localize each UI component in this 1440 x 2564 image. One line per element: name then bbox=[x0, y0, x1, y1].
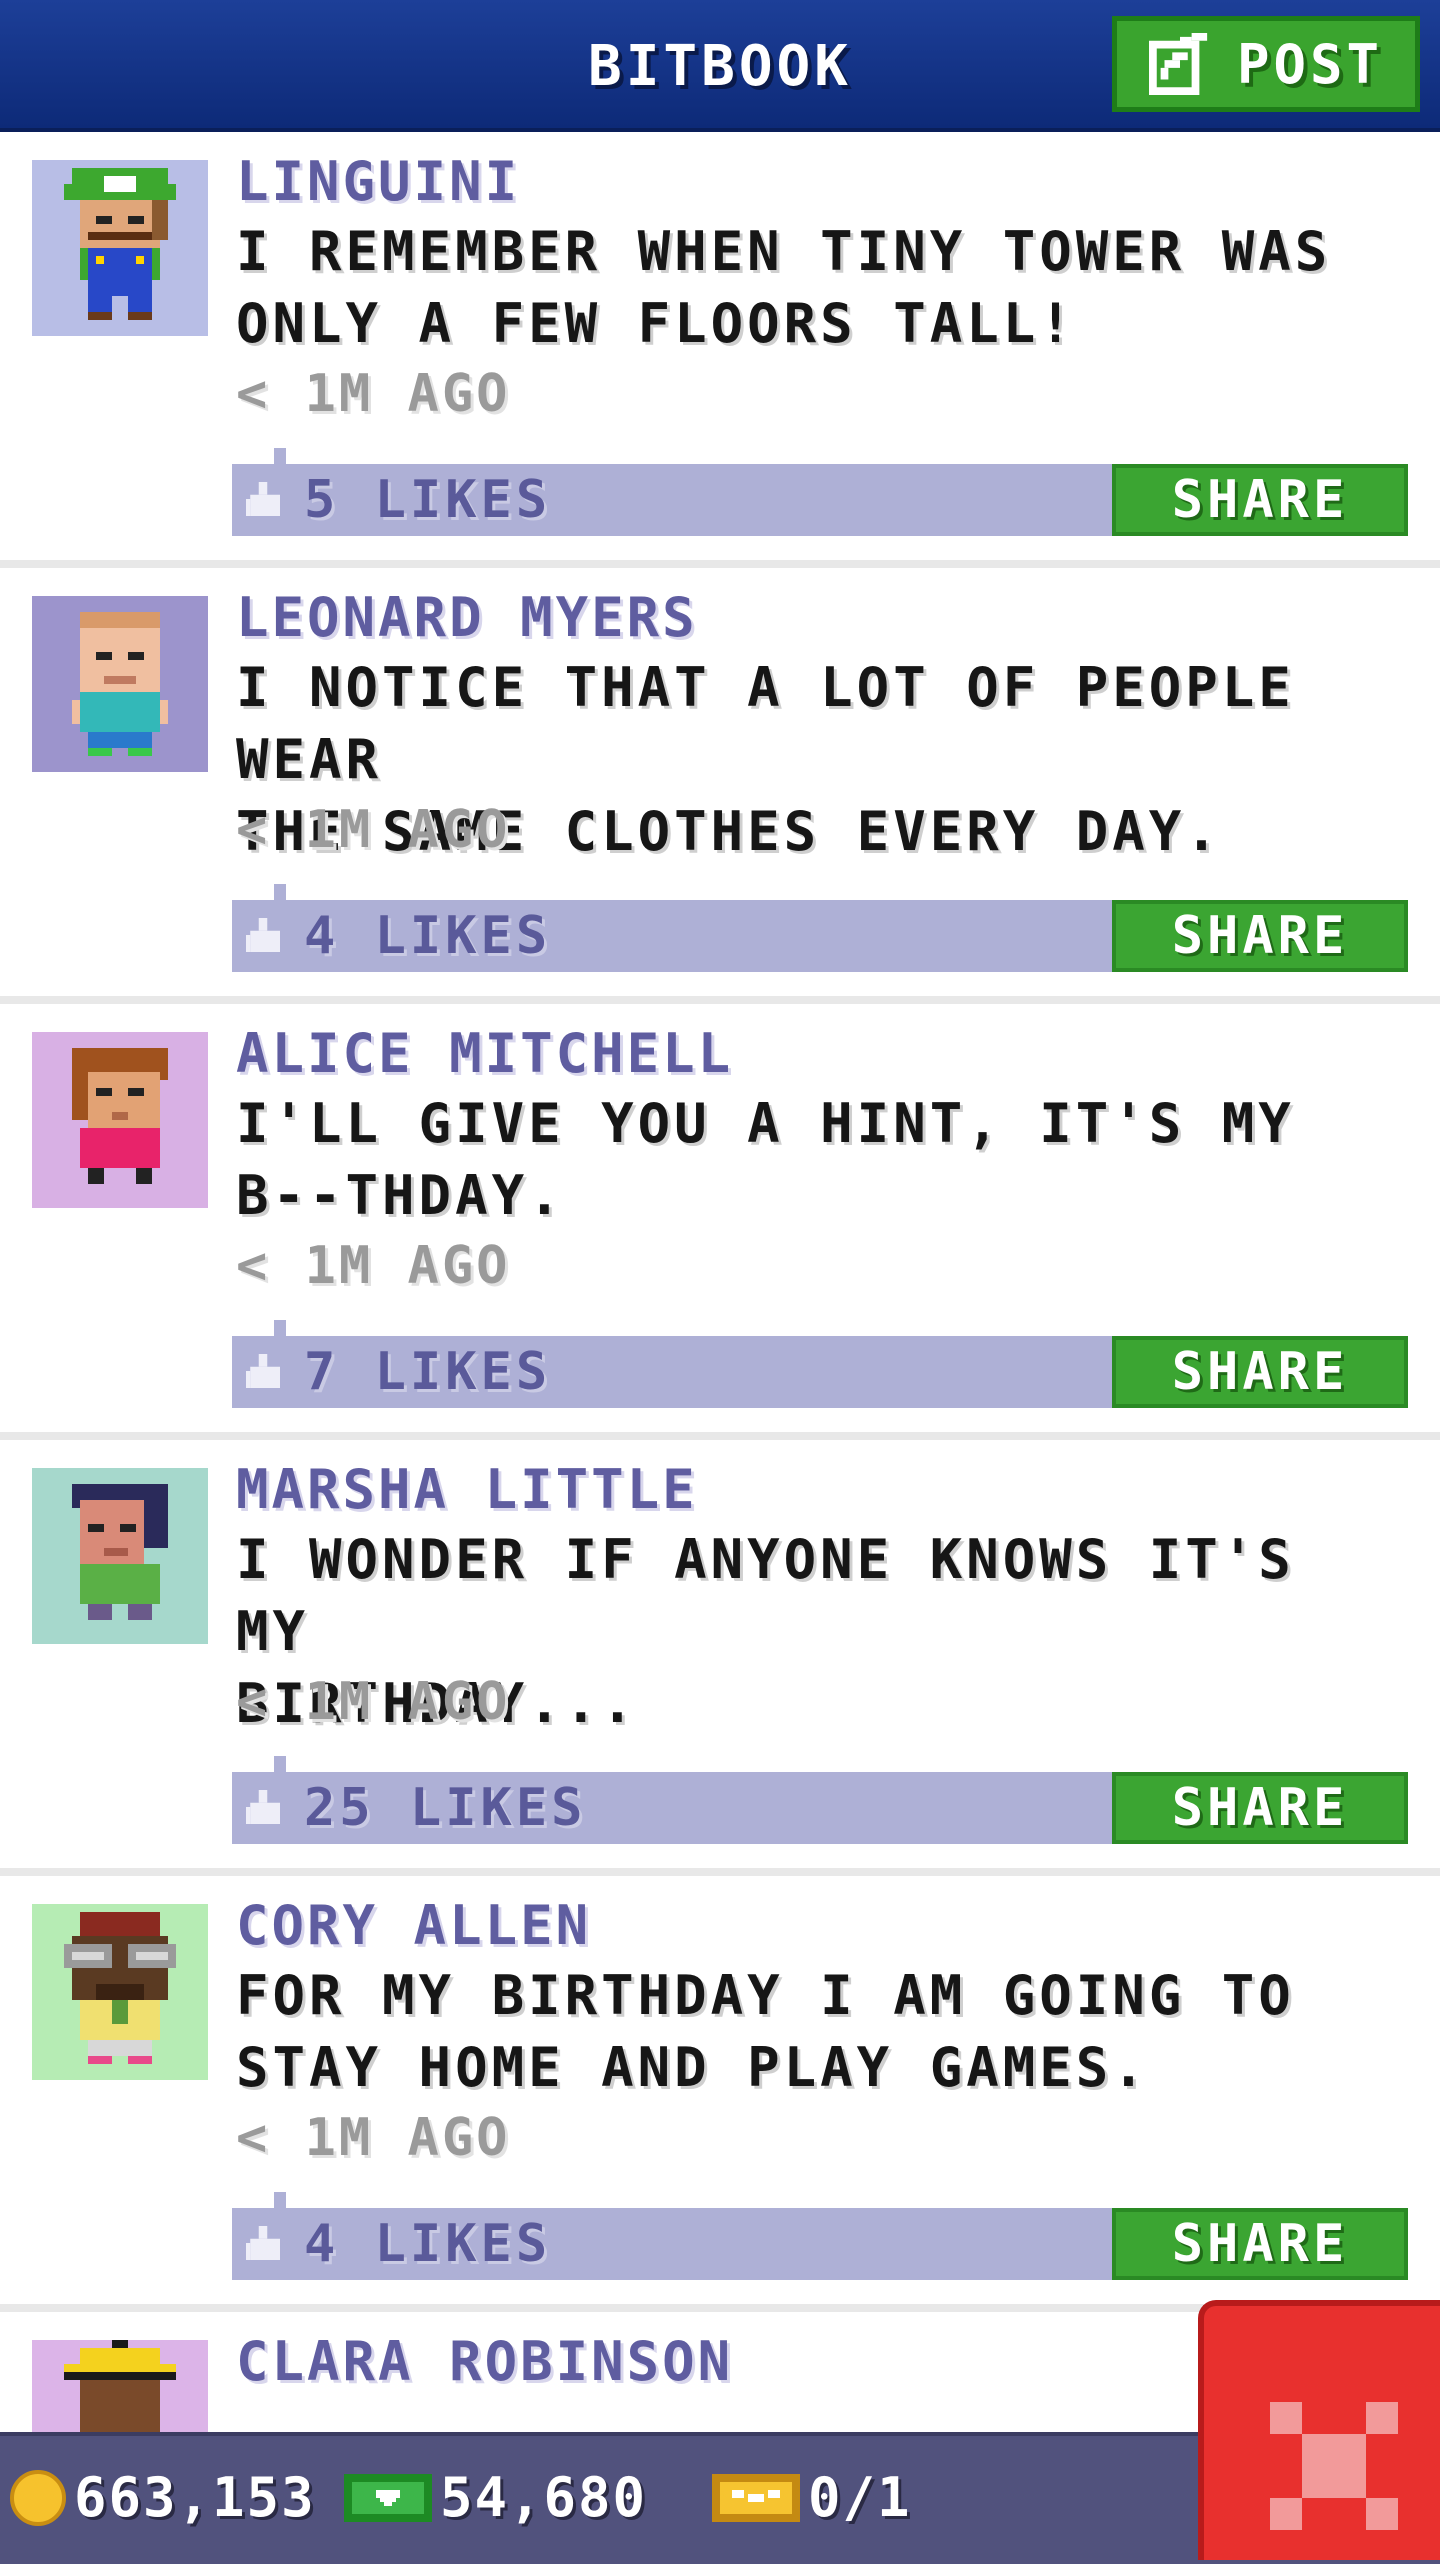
share-button[interactable]: SHARE bbox=[1112, 464, 1408, 536]
post-message-line: FOR MY BIRTHDAY I AM GOING TO bbox=[236, 1964, 1295, 2027]
post-timestamp: < 1M AGO bbox=[236, 2108, 511, 2168]
character-sprite bbox=[64, 168, 176, 320]
thumbs-up-icon[interactable] bbox=[246, 918, 280, 952]
feed-post: LEONARD MYERS I NOTICE THAT A LOT OF PEO… bbox=[0, 568, 1440, 1004]
likes-count: 5 LIKES bbox=[304, 470, 552, 530]
avatar[interactable] bbox=[32, 596, 208, 772]
post-author: ALICE MITCHELL bbox=[236, 1022, 734, 1085]
post-author: LEONARD MYERS bbox=[236, 586, 698, 649]
thumbs-up-icon[interactable] bbox=[246, 482, 280, 516]
character-sprite bbox=[64, 1912, 176, 2064]
post-message: I'LL GIVE YOU A HINT, IT'S MY B--THDAY. bbox=[236, 1088, 1396, 1232]
close-button[interactable] bbox=[1198, 2300, 1440, 2560]
close-icon bbox=[1270, 2402, 1398, 2530]
likes-count: 7 LIKES bbox=[304, 1342, 552, 1402]
post-button[interactable]: POST bbox=[1112, 16, 1420, 112]
top-bar: BITBOOK POST bbox=[0, 0, 1440, 132]
likes-count: 4 LIKES bbox=[304, 2214, 552, 2274]
likes-bar: 7 LIKES SHARE bbox=[232, 1320, 1408, 1408]
avatar[interactable] bbox=[32, 1032, 208, 1208]
coin-icon bbox=[10, 2469, 66, 2526]
post-message-line: I REMEMBER WHEN TINY TOWER WAS bbox=[236, 220, 1332, 283]
likes-bar: 25 LIKES SHARE bbox=[232, 1756, 1408, 1844]
likes-bar: 4 LIKES SHARE bbox=[232, 884, 1408, 972]
character-sprite bbox=[72, 1484, 168, 1620]
share-button[interactable]: SHARE bbox=[1112, 1772, 1408, 1844]
post-author: MARSHA LITTLE bbox=[236, 1458, 698, 1521]
post-message-line: I'LL GIVE YOU A HINT, IT'S MY bbox=[236, 1092, 1295, 1155]
likes-bar-notch bbox=[274, 448, 286, 464]
post-timestamp: < 1M AGO bbox=[236, 800, 511, 860]
share-button[interactable]: SHARE bbox=[1112, 1336, 1408, 1408]
likes-count: 4 LIKES bbox=[304, 906, 552, 966]
feed-post: MARSHA LITTLE I WONDER IF ANYONE KNOWS I… bbox=[0, 1440, 1440, 1876]
feed-post: LINGUINI I REMEMBER WHEN TINY TOWER WAS … bbox=[0, 132, 1440, 568]
tickets-count: 0/1 bbox=[808, 2466, 912, 2529]
avatar[interactable] bbox=[32, 1468, 208, 1644]
likes-count: 25 LIKES bbox=[304, 1778, 587, 1838]
character-sprite bbox=[72, 612, 168, 756]
post-message-line: STAY HOME AND PLAY GAMES. bbox=[236, 2036, 1149, 2099]
post-timestamp: < 1M AGO bbox=[236, 1672, 511, 1732]
thumbs-up-icon[interactable] bbox=[246, 1790, 280, 1824]
post-message-line: I NOTICE THAT A LOT OF PEOPLE WEAR bbox=[236, 656, 1295, 791]
compose-icon bbox=[1148, 33, 1208, 95]
golden-ticket-icon bbox=[712, 2473, 800, 2522]
post-message-line: B--THDAY. bbox=[236, 1164, 565, 1227]
tower-bux-icon bbox=[344, 2473, 432, 2522]
likes-bar-notch bbox=[274, 1320, 286, 1336]
feed-post: ALICE MITCHELL I'LL GIVE YOU A HINT, IT'… bbox=[0, 1004, 1440, 1440]
post-author: CLARA ROBINSON bbox=[236, 2330, 734, 2393]
avatar[interactable] bbox=[32, 1904, 208, 2080]
thumbs-up-icon[interactable] bbox=[246, 2226, 280, 2260]
feed-list[interactable]: LINGUINI I REMEMBER WHEN TINY TOWER WAS … bbox=[0, 132, 1440, 2516]
post-author: LINGUINI bbox=[236, 150, 521, 213]
character-sprite bbox=[72, 1048, 168, 1184]
tickets-display: 0/1 bbox=[712, 2466, 912, 2529]
post-message: FOR MY BIRTHDAY I AM GOING TO STAY HOME … bbox=[236, 1960, 1396, 2104]
post-timestamp: < 1M AGO bbox=[236, 1236, 511, 1296]
post-message: I REMEMBER WHEN TINY TOWER WAS ONLY A FE… bbox=[236, 216, 1396, 360]
thumbs-up-icon[interactable] bbox=[246, 1354, 280, 1388]
share-button[interactable]: SHARE bbox=[1112, 2208, 1408, 2280]
coins-count: 663,153 bbox=[74, 2466, 316, 2529]
likes-bar: 5 LIKES SHARE bbox=[232, 448, 1408, 536]
bux-count: 54,680 bbox=[440, 2466, 648, 2529]
likes-bar: 4 LIKES SHARE bbox=[232, 2192, 1408, 2280]
post-author: CORY ALLEN bbox=[236, 1894, 592, 1957]
post-timestamp: < 1M AGO bbox=[236, 364, 511, 424]
coins-display: 663,153 bbox=[10, 2466, 316, 2529]
post-button-label: POST bbox=[1236, 32, 1384, 96]
likes-bar-notch bbox=[274, 2192, 286, 2208]
post-message-line: I WONDER IF ANYONE KNOWS IT'S MY bbox=[236, 1528, 1295, 1663]
likes-bar-notch bbox=[274, 1756, 286, 1772]
share-button[interactable]: SHARE bbox=[1112, 900, 1408, 972]
avatar[interactable] bbox=[32, 160, 208, 336]
post-message-line: ONLY A FEW FLOORS TALL! bbox=[236, 292, 1076, 355]
bux-display: 54,680 bbox=[344, 2466, 647, 2529]
likes-bar-notch bbox=[274, 884, 286, 900]
feed-post: CORY ALLEN FOR MY BIRTHDAY I AM GOING TO… bbox=[0, 1876, 1440, 2312]
